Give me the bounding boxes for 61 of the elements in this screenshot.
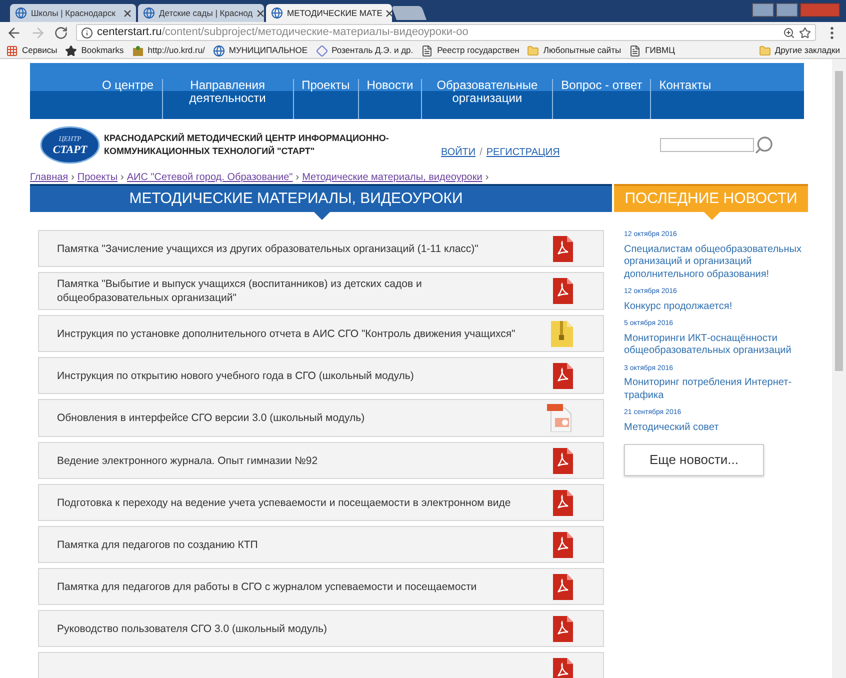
- breadcrumb-separator: ›: [120, 171, 125, 185]
- document-title: Руководство пользователя СГО 3.0 (школьный модуль): [57, 622, 328, 636]
- document-row[interactable]: Руководство пользователя СГО 3.0 (школьный модуль): [38, 610, 604, 647]
- nav-link[interactable]: О центре: [94, 79, 162, 92]
- address-field[interactable]: centerstart.ru/content/subproject/методические-материалы-видеоуроки-оо: [76, 24, 816, 41]
- section-title: МЕТОДИЧЕСКИЕ МАТЕРИАЛЫ, ВИДЕОУРОКИ: [129, 188, 463, 209]
- news-link[interactable]: Мониторинг потребления Интернет-трафика: [624, 377, 808, 402]
- breadcrumb-separator: ›: [70, 171, 76, 185]
- document-row[interactable]: Подготовка к переходу на ведение учета успеваемости и посещаемости в электронном виде: [38, 484, 604, 521]
- url-text: centerstart.ru/content/subproject/методические-материалы-видеоуроки-оо: [97, 25, 470, 40]
- nav-link[interactable]: Новости: [358, 79, 422, 92]
- document-row[interactable]: Ведение электронного журнала. Опыт гимназии №92: [38, 442, 604, 479]
- document-row[interactable]: Инструкция по открытию нового учебного года в СГО (школьный модуль): [38, 357, 604, 394]
- document-row[interactable]: Памятка "Выбытие и выпуск учащихся (воспитанников) из детских садов и общеобразовательных организаций": [38, 272, 604, 310]
- document-title: Обновления в интерфейсе СГО версии 3.0 (школьный модуль): [57, 411, 366, 425]
- browser-tab[interactable]: Школы | Краснодарск: [10, 4, 136, 22]
- document-row[interactable]: Инструкция по установке дополнительного отчета в АИС СГО "Контроль движения учащихся": [38, 315, 604, 352]
- news-link[interactable]: Специалистам общеобразовательных организаций и организаций дополнительного образования!: [624, 244, 808, 281]
- nav-link[interactable]: Контакты: [651, 79, 720, 92]
- organization-name: КРАСНОДАРСКИЙ МЕТОДИЧЕСКИЙ ЦЕНТР ИНФОРМАЦИОННО-КОММУНИКАЦИОННЫХ ТЕХНОЛОГИЙ "СТАРТ": [104, 132, 389, 158]
- bookmark[interactable]: http://uo.krd.ru/: [132, 44, 205, 57]
- other-bookmarks[interactable]: Другие закладки: [758, 44, 840, 57]
- document-title: Памятка "Выбытие и выпуск учащихся (воспитанников) из детских садов и общеобразовательных организаций": [57, 277, 423, 305]
- news-title: ПОСЛЕДНИЕ НОВОСТИ: [624, 188, 798, 209]
- document-title: Подготовка к переходу на ведение учета успеваемости и посещаемости в электронном виде: [57, 496, 512, 510]
- browser-tab[interactable]: МЕТОДИЧЕСКИЕ МАТЕ: [266, 4, 392, 22]
- document-row[interactable]: Памятка "Зачисление учащихся из других образовательных организаций (1-11 класс)": [38, 230, 604, 267]
- document-title: Памятка для педагогов по созданию КТП: [57, 538, 259, 552]
- news-link[interactable]: Мониторинги ИКТ-оснащённости общеобразовательных организаций: [624, 332, 808, 358]
- bookmark[interactable]: Любопытные сайты: [527, 44, 622, 57]
- nav-link[interactable]: Направления деятельности: [162, 79, 293, 105]
- more-news-button[interactable]: Еще новости...: [624, 444, 764, 476]
- bookmark[interactable]: Реестр государствен: [421, 44, 520, 57]
- browser-tab[interactable]: Детские сады | Краснод: [138, 4, 264, 22]
- document-title: Памятка "Зачисление учащихся из других образовательных организаций (1-11 класс)": [57, 242, 480, 256]
- nav-link[interactable]: Проекты: [294, 79, 358, 92]
- nav-link[interactable]: Образовательные организации: [422, 79, 552, 105]
- document-row[interactable]: Памятка для педагогов для работы в СГО с журналом успеваемости и посещаемости: [38, 568, 604, 605]
- breadcrumb-separator: ›: [484, 171, 490, 185]
- bookmark[interactable]: Розенталь Д.Э. и др.: [316, 44, 414, 57]
- bookmark[interactable]: Bookmarks: [65, 44, 124, 57]
- document-title: Ведение электронного журнала. Опыт гимназии №92: [57, 454, 319, 468]
- document-title: Инструкция по открытию нового учебного года в СГО (школьный модуль): [57, 368, 415, 382]
- news-link[interactable]: Конкурс продолжается!: [624, 300, 808, 313]
- document-row[interactable]: Обновления в интерфейсе СГО версии 3.0 (школьный модуль): [38, 399, 604, 437]
- bookmark[interactable]: ГИВМЦ: [629, 44, 675, 57]
- breadcrumb-link[interactable]: Главная: [30, 170, 68, 185]
- document-row[interactable]: Памятка для педагогов по созданию КТП: [38, 526, 604, 563]
- separator: /: [480, 146, 482, 160]
- login-link[interactable]: ВОЙТИ: [441, 144, 476, 160]
- bookmark[interactable]: МУНИЦИПАЛЬНОЕ: [212, 44, 308, 57]
- document-title: Инструкция по установке дополнительного отчета в АИС СГО "Контроль движения учащихся": [57, 326, 516, 340]
- breadcrumb-separator: ›: [294, 171, 300, 185]
- document-title: Памятка для педагогов для работы в СГО с журналом успеваемости и посещаемости: [57, 580, 478, 594]
- nav-link[interactable]: Вопрос - ответ: [553, 79, 650, 92]
- breadcrumb-link[interactable]: Проекты: [77, 170, 118, 185]
- news-link[interactable]: Методический совет: [624, 422, 808, 434]
- breadcrumb-link[interactable]: Методические материалы, видеоуроки: [302, 170, 482, 185]
- bookmark[interactable]: Сервисы: [6, 44, 58, 57]
- breadcrumb-link[interactable]: АИС "Сетевой город. Образование": [126, 170, 293, 185]
- register-link[interactable]: РЕГИСТРАЦИЯ: [486, 144, 560, 160]
